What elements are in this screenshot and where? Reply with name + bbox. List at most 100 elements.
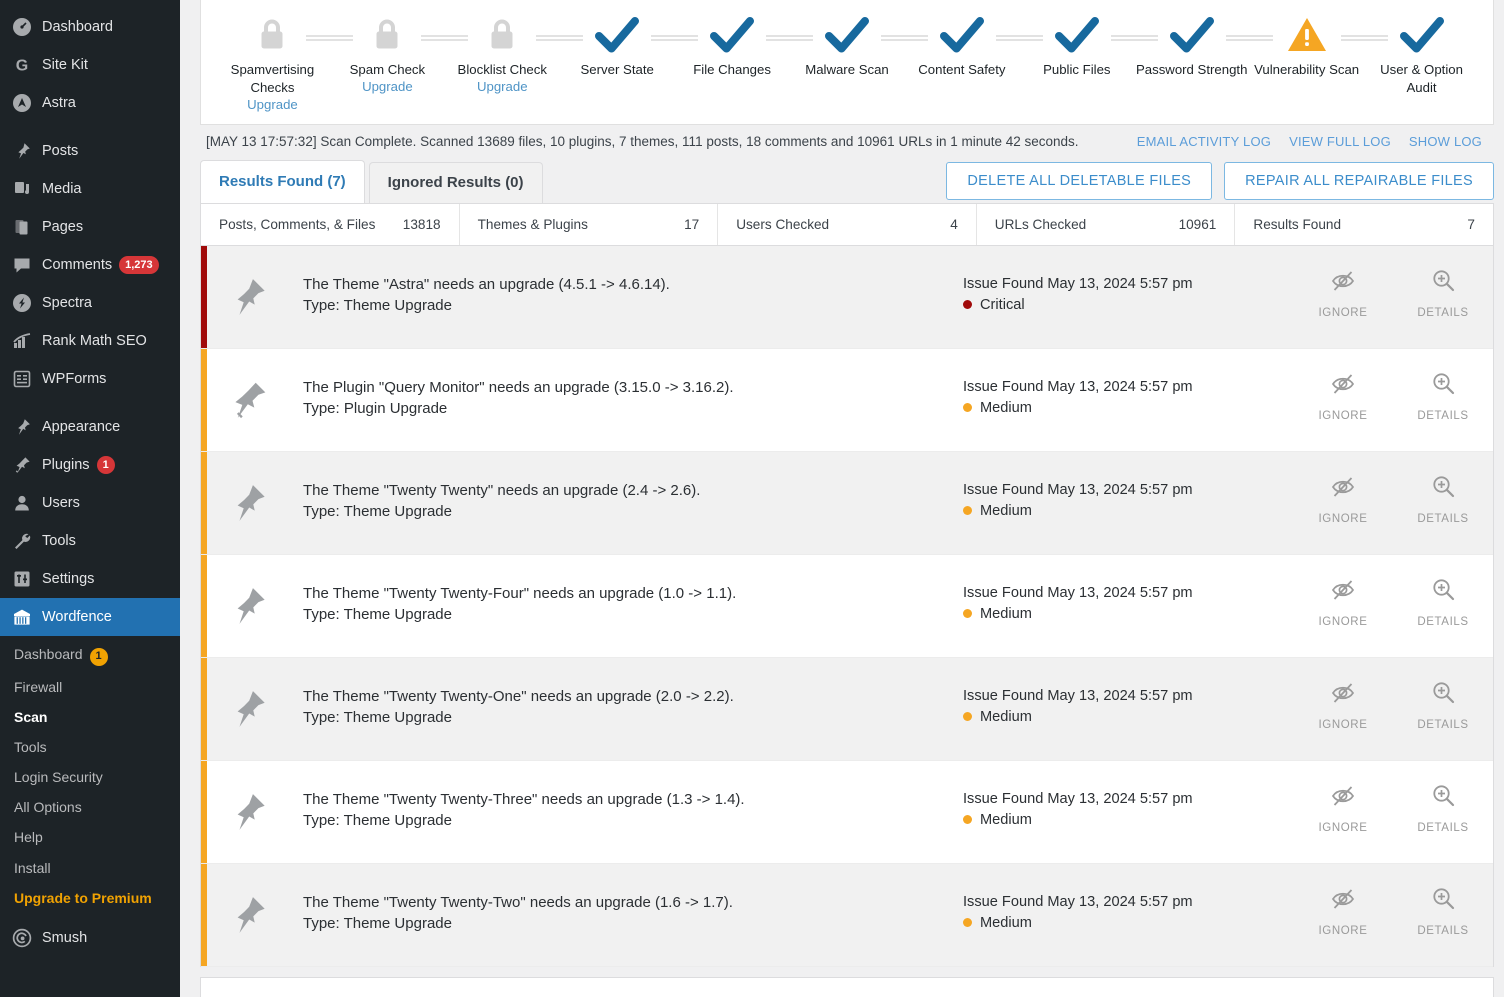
- result-text: The Theme "Twenty Twenty" needs an upgra…: [303, 452, 963, 554]
- scan-step-upgrade-link[interactable]: Upgrade: [247, 97, 298, 112]
- check-icon: [939, 12, 985, 58]
- details-button[interactable]: DETAILS: [1393, 371, 1493, 451]
- submenu-item-install[interactable]: Install: [0, 853, 180, 883]
- result-text: The Theme "Twenty Twenty-Three" needs an…: [303, 761, 963, 863]
- scan-step-vulnerability-scan: Vulnerability Scan: [1249, 6, 1364, 79]
- sidebar-item-tools[interactable]: Tools: [0, 522, 180, 560]
- scan-step-upgrade-link[interactable]: Upgrade: [362, 79, 413, 94]
- scan-step-upgrade-link[interactable]: Upgrade: [477, 79, 528, 94]
- details-button[interactable]: DETAILS: [1393, 577, 1493, 657]
- scan-result-row[interactable]: The Theme "Astra" needs an upgrade (4.5.…: [201, 246, 1493, 349]
- sidebar-item-pages[interactable]: Pages: [0, 208, 180, 246]
- ignore-button[interactable]: IGNORE: [1293, 268, 1393, 348]
- sidebar-item-site-kit[interactable]: GSite Kit: [0, 46, 180, 84]
- view-full-log-link[interactable]: VIEW FULL LOG: [1289, 134, 1391, 149]
- theme-brush-icon: [207, 246, 303, 348]
- ignore-button[interactable]: IGNORE: [1293, 886, 1393, 966]
- plugin-plug-icon: [207, 349, 303, 451]
- sidebar-item-plugins[interactable]: Plugins1: [0, 446, 180, 484]
- lock-icon: [479, 12, 525, 58]
- ignore-button[interactable]: IGNORE: [1293, 783, 1393, 863]
- sidebar-item-label: Spectra: [42, 296, 92, 311]
- bulk-actions: DELETE ALL DELETABLE FILES REPAIR ALL RE…: [946, 162, 1494, 203]
- result-meta: Issue Found May 13, 2024 5:57 pmMedium: [963, 658, 1293, 760]
- eye-slash-icon: [1330, 474, 1356, 505]
- sidebar-item-smush[interactable]: Smush: [0, 919, 180, 957]
- submenu-item-dashboard[interactable]: Dashboard1: [0, 639, 180, 672]
- sidebar-item-badge: 1,273: [119, 256, 159, 274]
- sidebar-item-dashboard[interactable]: Dashboard: [0, 8, 180, 46]
- next-panel: [200, 977, 1494, 997]
- result-meta: Issue Found May 13, 2024 5:57 pm Medium: [963, 349, 1293, 451]
- result-meta: Issue Found May 13, 2024 5:57 pmMedium: [963, 452, 1293, 554]
- sidebar-item-appearance[interactable]: Appearance: [0, 408, 180, 446]
- submenu-item-login-security[interactable]: Login Security: [0, 762, 180, 792]
- show-log-link[interactable]: SHOW LOG: [1409, 134, 1482, 149]
- ignore-button[interactable]: IGNORE: [1293, 680, 1393, 760]
- details-button[interactable]: DETAILS: [1393, 886, 1493, 966]
- submenu-item-scan[interactable]: Scan: [0, 702, 180, 732]
- ignore-button[interactable]: IGNORE: [1293, 577, 1393, 657]
- scan-step-icon-wrap: [1364, 6, 1479, 64]
- submenu-item-label: Scan: [14, 709, 47, 725]
- scan-result-row[interactable]: The Theme "Twenty Twenty-Four" needs an …: [201, 555, 1493, 658]
- scan-result-row[interactable]: The Theme "Twenty Twenty" needs an upgra…: [201, 452, 1493, 555]
- sidebar-item-media[interactable]: Media: [0, 170, 180, 208]
- details-button[interactable]: DETAILS: [1393, 680, 1493, 760]
- submenu-item-all-options[interactable]: All Options: [0, 792, 180, 822]
- email-activity-log-link[interactable]: EMAIL ACTIVITY LOG: [1137, 134, 1271, 149]
- scan-step-spam-check: Spam CheckUpgrade: [330, 6, 445, 94]
- tab-results-found[interactable]: Results Found (7): [200, 160, 365, 203]
- result-found-date: Issue Found May 13, 2024 5:57 pm: [963, 377, 1293, 398]
- submenu-item-tools[interactable]: Tools: [0, 732, 180, 762]
- check-icon: [594, 12, 640, 58]
- scan-step-icon-wrap: [330, 6, 445, 64]
- delete-all-deletable-files-button[interactable]: DELETE ALL DELETABLE FILES: [946, 162, 1212, 200]
- severity-dot: [963, 712, 972, 721]
- submenu-item-help[interactable]: Help: [0, 822, 180, 852]
- details-button[interactable]: DETAILS: [1393, 474, 1493, 554]
- sidebar-item-label: Astra: [42, 96, 76, 111]
- submenu-item-upgrade-to-premium[interactable]: Upgrade to Premium: [0, 883, 180, 913]
- submenu-item-label: Tools: [14, 739, 47, 755]
- sidebar-item-wpforms[interactable]: WPForms: [0, 360, 180, 398]
- wpforms-icon: [12, 369, 38, 389]
- warning-icon: [1284, 12, 1330, 58]
- sidebar-item-rank-math-seo[interactable]: Rank Math SEO: [0, 322, 180, 360]
- result-text: The Plugin "Query Monitor" needs an upgr…: [303, 349, 963, 451]
- ignore-label: IGNORE: [1319, 410, 1368, 422]
- tab-ignored-results[interactable]: Ignored Results (0): [369, 162, 543, 203]
- sidebar-after-group: Smush: [0, 919, 180, 957]
- check-icon: [709, 12, 755, 58]
- details-button[interactable]: DETAILS: [1393, 783, 1493, 863]
- sidebar-item-settings[interactable]: Settings: [0, 560, 180, 598]
- theme-brush-icon: [207, 452, 303, 554]
- scan-result-row[interactable]: The Theme "Twenty Twenty-Two" needs an u…: [201, 864, 1493, 967]
- sidebar-item-astra[interactable]: Astra: [0, 84, 180, 122]
- ignore-button[interactable]: IGNORE: [1293, 474, 1393, 554]
- scan-step-label: Public Files: [1043, 61, 1110, 79]
- result-actions: IGNORE DETAILS: [1293, 349, 1493, 451]
- scan-step-label: Spam Check: [350, 61, 426, 79]
- sidebar-item-posts[interactable]: Posts: [0, 132, 180, 170]
- sidebar-item-spectra[interactable]: Spectra: [0, 284, 180, 322]
- result-type: Type: Theme Upgrade: [303, 913, 953, 934]
- sidebar-item-comments[interactable]: Comments1,273: [0, 246, 180, 284]
- sidebar-item-label: Wordfence: [42, 610, 112, 625]
- sidebar-item-users[interactable]: Users: [0, 484, 180, 522]
- magnify-plus-icon: [1430, 886, 1456, 917]
- submenu-item-firewall[interactable]: Firewall: [0, 672, 180, 702]
- eye-slash-icon: [1330, 268, 1356, 299]
- repair-all-repairable-files-button[interactable]: REPAIR ALL REPAIRABLE FILES: [1224, 162, 1494, 200]
- scan-step-icon-wrap: [1019, 6, 1134, 64]
- ignore-button[interactable]: IGNORE: [1293, 371, 1393, 451]
- scan-result-row[interactable]: The Plugin "Query Monitor" needs an upgr…: [201, 349, 1493, 452]
- summary-cell-results-found: Results Found7: [1235, 204, 1493, 245]
- sidebar-item-wordfence[interactable]: Wordfence: [0, 598, 180, 636]
- scan-result-row[interactable]: The Theme "Twenty Twenty-Three" needs an…: [201, 761, 1493, 864]
- result-severity: Medium: [963, 400, 1293, 416]
- details-button[interactable]: DETAILS: [1393, 268, 1493, 348]
- results-tabs: Results Found (7) Ignored Results (0): [200, 157, 547, 203]
- summary-cell-label: Themes & Plugins: [478, 217, 588, 232]
- scan-result-row[interactable]: The Theme "Twenty Twenty-One" needs an u…: [201, 658, 1493, 761]
